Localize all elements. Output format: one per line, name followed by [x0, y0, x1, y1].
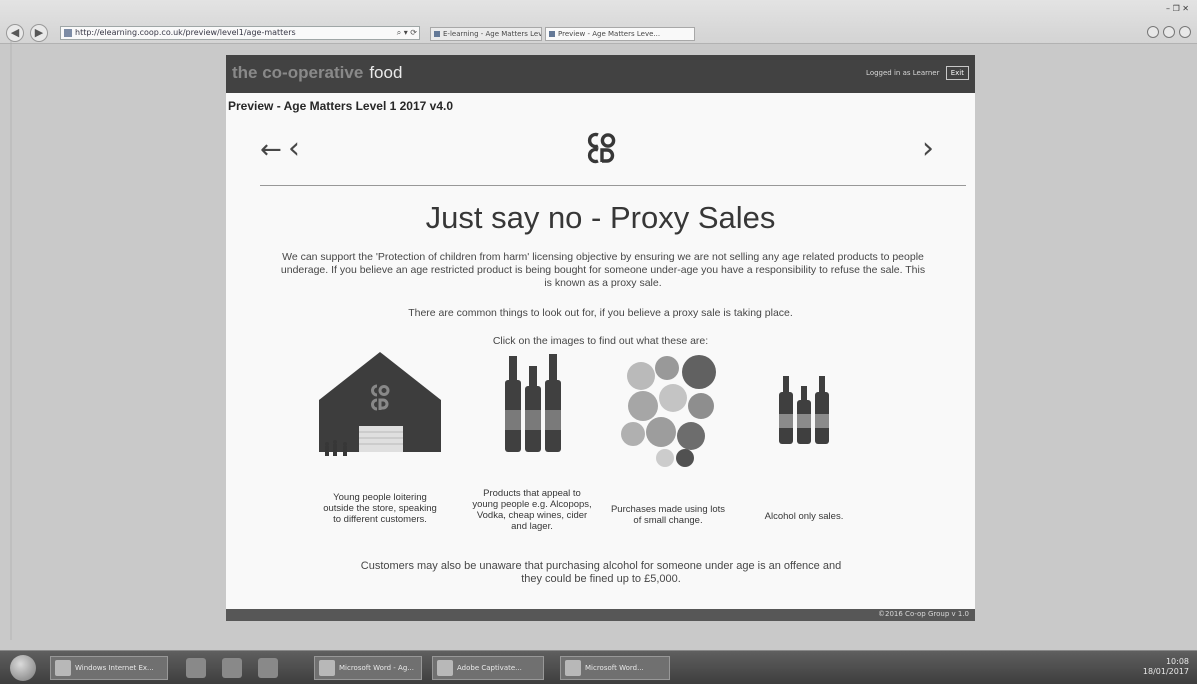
brand-logo: the co-operative food	[232, 63, 402, 83]
system-clock[interactable]: 10:08 18/01/2017	[1143, 657, 1189, 677]
clock-time: 10:08	[1165, 657, 1189, 666]
window-controls[interactable]: – ❐ ✕	[1166, 4, 1189, 13]
card-products[interactable]	[494, 350, 574, 460]
taskbar-label: Microsoft Word - Ag...	[339, 664, 414, 672]
user-area: Logged in as Learner Exit	[866, 66, 969, 80]
desktop-edge	[10, 40, 12, 640]
divider	[260, 185, 966, 186]
card-alcohol-only[interactable]	[770, 350, 840, 450]
user-label: Logged in as Learner	[866, 69, 940, 77]
brand-food-text: food	[369, 63, 403, 82]
home-icon[interactable]	[1147, 26, 1159, 38]
card-loitering[interactable]	[310, 350, 450, 470]
browser-tab-1[interactable]: E-learning - Age Matters Level...	[430, 27, 542, 41]
intro-paragraph: We can support the 'Protection of childr…	[280, 251, 926, 289]
calendar-icon[interactable]	[186, 658, 206, 678]
taskbar-button-word-1[interactable]: Microsoft Word - Ag...	[314, 656, 422, 680]
click-prompt: Click on the images to find out what the…	[492, 335, 709, 347]
beer-bottles-icon	[779, 376, 829, 444]
browser-forward-button[interactable]: ▶	[30, 24, 48, 42]
address-text: http://elearning.coop.co.uk/preview/leve…	[75, 28, 296, 37]
taskbar-label: Microsoft Word...	[585, 664, 644, 672]
taskbar: Windows Internet Ex... Microsoft Word - …	[0, 650, 1197, 684]
card-caption: Products that appeal to young people e.g…	[472, 488, 592, 532]
settings-gear-icon[interactable]	[1179, 26, 1191, 38]
address-bar[interactable]: http://elearning.coop.co.uk/preview/leve…	[60, 26, 420, 40]
browser-chrome: ◀ ▶ http://elearning.coop.co.uk/preview/…	[0, 0, 1197, 44]
card-caption: Alcohol only sales.	[764, 511, 844, 522]
exit-button[interactable]: Exit	[945, 66, 969, 80]
course-page: the co-operative food Logged in as Learne…	[226, 55, 975, 621]
browser-back-button[interactable]: ◀	[6, 24, 24, 42]
brand-header: the co-operative food Logged in as Learne…	[226, 55, 975, 93]
site-icon	[64, 29, 72, 37]
captivate-icon	[437, 660, 453, 676]
clock-date: 18/01/2017	[1142, 667, 1189, 676]
taskbar-button-captivate[interactable]: Adobe Captivate...	[432, 656, 544, 680]
footer-text: ©2016 Co-op Group v 1.0	[878, 610, 969, 618]
lookout-text: There are common things to look out for,…	[408, 307, 793, 319]
taskbar-button-ie[interactable]: Windows Internet Ex...	[50, 656, 168, 680]
card-caption: Purchases made using lots of small chang…	[610, 504, 726, 526]
tab-label: Preview - Age Matters Leve...	[558, 30, 661, 38]
tab-favicon-icon	[434, 31, 440, 37]
page-title: Preview - Age Matters Level 1 2017 v4.0	[228, 99, 454, 113]
store-building-icon	[319, 352, 441, 456]
card-small-change[interactable]	[614, 350, 724, 468]
browser-tab-2[interactable]: Preview - Age Matters Leve...	[545, 27, 695, 41]
slide-title: Just say no - Proxy Sales	[425, 200, 776, 235]
back-arrow-icon[interactable]: ←	[260, 135, 282, 165]
brand-coop-text: the co-operative	[232, 63, 364, 82]
coins-icon	[621, 355, 716, 467]
bottles-icon	[505, 354, 561, 452]
word-icon	[565, 660, 581, 676]
start-button[interactable]	[10, 655, 36, 681]
taskbar-label: Windows Internet Ex...	[75, 664, 154, 672]
next-slide-button[interactable]: ›	[922, 131, 934, 166]
tab-favicon-icon	[549, 31, 555, 37]
page-footer: ©2016 Co-op Group v 1.0	[226, 609, 975, 621]
slide-navigation: ← ‹ ›	[226, 125, 975, 187]
prev-slide-button[interactable]: ‹	[288, 131, 300, 166]
address-tools-icon[interactable]: ⌕ ▾ ⟳	[397, 27, 417, 39]
favorites-star-icon[interactable]	[1163, 26, 1175, 38]
word-icon	[319, 660, 335, 676]
media-player-icon[interactable]	[222, 658, 242, 678]
card-caption: Young people loitering outside the store…	[323, 492, 437, 525]
internet-explorer-icon	[55, 660, 71, 676]
coop-clover-logo-icon	[587, 132, 616, 164]
tab-label: E-learning - Age Matters Level...	[443, 30, 542, 38]
browser-icon[interactable]	[258, 658, 278, 678]
fine-warning-note: Customers may also be unaware that purch…	[360, 560, 842, 585]
taskbar-label: Adobe Captivate...	[457, 664, 522, 672]
taskbar-button-word-2[interactable]: Microsoft Word...	[560, 656, 670, 680]
